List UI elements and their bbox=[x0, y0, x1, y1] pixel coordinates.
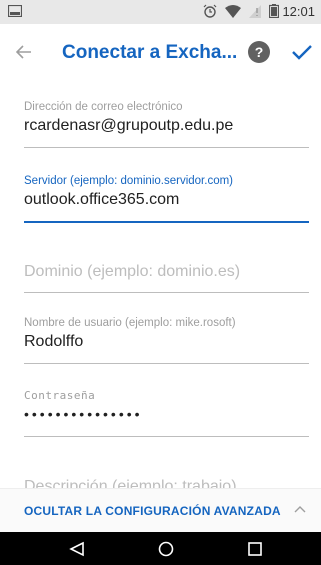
password-label: Contraseña bbox=[24, 389, 96, 402]
screen-icon bbox=[8, 5, 22, 17]
status-time: 12:01 bbox=[282, 4, 315, 19]
confirm-button[interactable] bbox=[287, 36, 317, 68]
help-icon: ? bbox=[254, 44, 264, 60]
nav-back-button[interactable] bbox=[67, 539, 87, 559]
password-underline bbox=[24, 436, 309, 437]
alarm-icon bbox=[203, 4, 217, 18]
domain-underline bbox=[24, 292, 309, 293]
username-value: Rodolffo bbox=[24, 333, 84, 350]
domain-placeholder: Dominio (ejemplo: dominio.es) bbox=[24, 263, 241, 280]
username-field[interactable]: Nombre de usuario (ejemplo: mike.rosoft)… bbox=[24, 317, 309, 367]
wifi-icon bbox=[225, 4, 241, 18]
nav-recents-icon bbox=[248, 542, 262, 556]
nav-home-icon bbox=[158, 541, 174, 557]
server-label: Servidor (ejemplo: dominio.servidor.com) bbox=[24, 175, 233, 187]
server-field[interactable]: Servidor (ejemplo: dominio.servidor.com)… bbox=[24, 175, 309, 225]
server-underline bbox=[24, 221, 309, 223]
check-icon bbox=[292, 45, 312, 60]
back-button[interactable] bbox=[8, 36, 40, 68]
password-value: ••••••••••••••• bbox=[24, 406, 143, 422]
chevron-up-icon bbox=[294, 506, 306, 513]
email-underline bbox=[24, 147, 309, 148]
email-label: Dirección de correo electrónico bbox=[24, 101, 183, 113]
navigation-bar bbox=[0, 532, 321, 565]
email-value: rcardenasr@grupoutp.edu.pe bbox=[24, 117, 234, 134]
help-button[interactable]: ? bbox=[248, 41, 270, 63]
email-field[interactable]: Dirección de correo electrónico rcardena… bbox=[24, 101, 309, 149]
server-value: outlook.office365.com bbox=[24, 191, 180, 208]
no-signal-icon bbox=[249, 4, 261, 18]
battery-icon bbox=[269, 4, 279, 18]
hide-advanced-settings-button[interactable]: OCULTAR LA CONFIGURACIÓN AVANZADA bbox=[0, 488, 321, 532]
domain-field[interactable]: Dominio (ejemplo: dominio.es) bbox=[24, 263, 309, 295]
nav-recents-button[interactable] bbox=[245, 539, 265, 559]
app-bar: Conectar a Excha... ? bbox=[0, 24, 321, 80]
page-title: Conectar a Excha... bbox=[62, 42, 238, 63]
username-label: Nombre de usuario (ejemplo: mike.rosoft) bbox=[24, 317, 236, 329]
password-field[interactable]: Contraseña ••••••••••••••• bbox=[24, 389, 309, 439]
nav-back-icon bbox=[69, 541, 84, 557]
username-underline bbox=[24, 363, 309, 364]
back-arrow-icon bbox=[16, 45, 31, 59]
status-bar: 12:01 bbox=[0, 0, 321, 24]
nav-home-button[interactable] bbox=[156, 539, 176, 559]
advanced-settings-label: OCULTAR LA CONFIGURACIÓN AVANZADA bbox=[24, 504, 281, 518]
